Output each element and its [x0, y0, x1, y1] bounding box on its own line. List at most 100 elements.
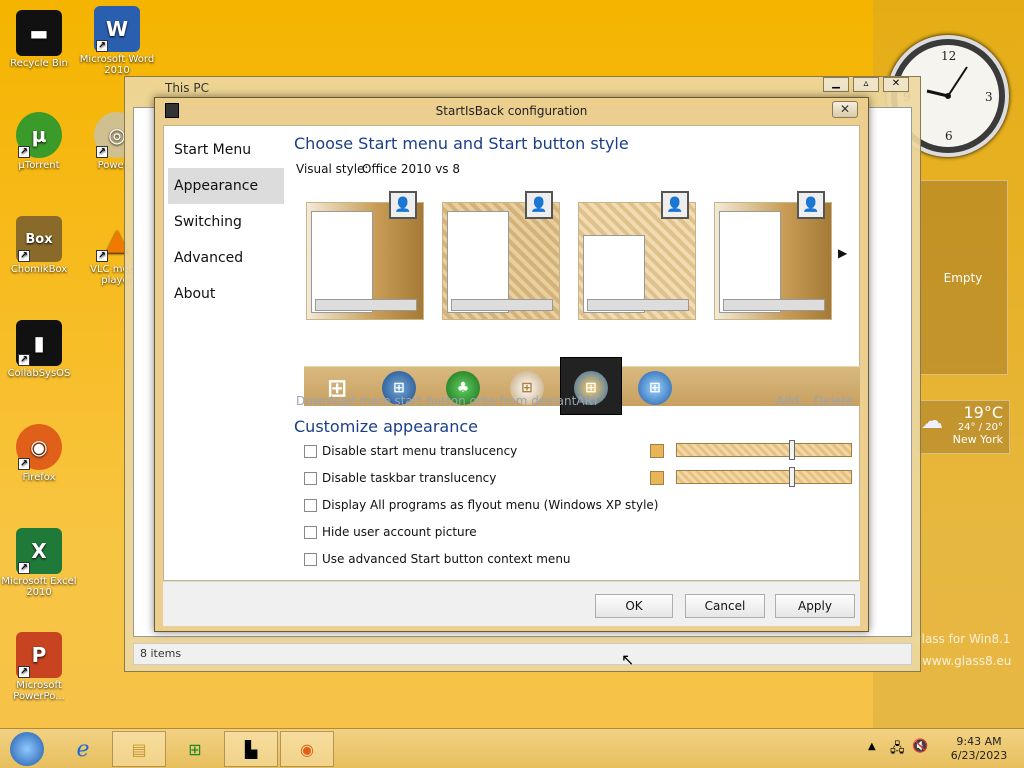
window-controls: ▁ ▵ ✕	[823, 77, 913, 93]
desktop-icon-recycle-bin[interactable]: ▬ Recycle Bin	[0, 10, 78, 69]
folder-icon: ▤	[131, 739, 147, 759]
user-icon: 👤	[797, 191, 825, 219]
explorer-title: This PC	[165, 81, 209, 95]
date: 6/23/2023	[950, 749, 1008, 762]
ie-icon: ℯ	[76, 736, 90, 762]
close-button[interactable]: ✕	[883, 77, 909, 92]
mouse-cursor-icon: ↖	[621, 650, 635, 669]
start-button[interactable]	[0, 731, 54, 767]
download-orbs-link[interactable]: Download more start button orbs from dev…	[296, 394, 599, 408]
maximize-button[interactable]: ▵	[853, 77, 879, 92]
startisback-dialog[interactable]: StartIsBack configuration ✕ Start Menu A…	[154, 97, 869, 632]
firefox-button[interactable]: ◉	[280, 731, 334, 767]
option-start-translucency[interactable]: Disable start menu translucency	[304, 442, 517, 460]
item-count: 8 items	[140, 647, 182, 660]
network-icon[interactable]: 🖧	[890, 739, 905, 761]
option-taskbar-translucency[interactable]: Disable taskbar translucency	[304, 469, 496, 487]
desktop-icon-firefox[interactable]: ◉ ↗ Firefox	[0, 424, 78, 483]
watermark-text: glass for Win8.1	[914, 632, 1011, 646]
utorrent-icon: µ ↗	[16, 112, 62, 158]
desktop-icon-chomikbox[interactable]: Box ↗ ChomikBox	[0, 216, 78, 275]
recycle-bin-icon: ▬	[16, 10, 62, 56]
desktop-icon-word[interactable]: W ↗ Microsoft Word 2010	[78, 6, 156, 76]
taskbar: ℯ ▤ ⊞ ▙ ◉ ▲ 🖧 🔇 9:43 AM 6/23/2023	[0, 728, 1024, 768]
time: 9:43 AM	[956, 735, 1002, 748]
taskbar-opacity-slider[interactable]	[676, 467, 852, 487]
icon-label: Microsoft Excel 2010	[1, 576, 77, 598]
delete-link[interactable]: Delete	[814, 394, 853, 408]
checkbox[interactable]	[304, 444, 317, 458]
close-button[interactable]: ✕	[832, 101, 858, 118]
checkbox[interactable]	[304, 498, 317, 512]
firefox-icon: ◉ ↗	[16, 424, 62, 470]
option-hide-user-picture[interactable]: Hide user account picture	[304, 523, 477, 541]
weather-gadget[interactable]: ☁ 19°C 24° / 20° New York	[916, 400, 1010, 454]
startisback-button[interactable]: ▙	[224, 731, 278, 767]
volume-icon[interactable]: 🔇	[912, 739, 928, 754]
option-label: Disable start menu translucency	[322, 444, 518, 458]
startisback-icon: ▙	[244, 739, 258, 759]
apply-button[interactable]: Apply	[775, 594, 855, 618]
chomikbox-icon: Box ↗	[16, 216, 62, 262]
clock[interactable]: 9:43 AM 6/23/2023	[940, 735, 1018, 763]
internet-explorer-button[interactable]: ℯ	[56, 731, 110, 767]
taskbar-preview	[587, 299, 689, 311]
checkbox[interactable]	[304, 525, 317, 539]
icon-label: Firefox	[22, 472, 56, 483]
style-thumbnail-4[interactable]: 👤	[714, 191, 832, 320]
desktop-icon-collabsysos[interactable]: ▮ ↗ CollabSysOS	[0, 320, 78, 379]
desktop-icon-powerpoint[interactable]: P ↗ Microsoft PowerPo...	[0, 632, 78, 702]
desktop-icon-utorrent[interactable]: µ ↗ µTorrent	[0, 112, 78, 171]
cloud-icon: ☁	[921, 409, 943, 434]
style-thumbnail-3[interactable]: 👤	[578, 191, 696, 320]
icon-label: ChomikBox	[10, 264, 68, 275]
visual-style-label: Visual style:	[296, 162, 369, 176]
checkbox[interactable]	[304, 471, 317, 485]
empty-gadget[interactable]: Empty	[918, 180, 1008, 375]
close-icon: ✕	[839, 102, 851, 116]
slider-knob[interactable]	[789, 467, 795, 487]
icon-label: Recycle Bin	[10, 58, 68, 69]
ok-button[interactable]: OK	[595, 594, 673, 618]
cancel-button[interactable]: Cancel	[685, 594, 765, 618]
empty-label: Empty	[943, 270, 983, 285]
checkbox[interactable]	[304, 552, 317, 566]
dialog-content: Start Menu Appearance Switching Advanced…	[163, 125, 860, 581]
word-icon: W ↗	[94, 6, 140, 52]
icon-label: Microsoft Word 2010	[79, 54, 155, 76]
tray-chevron-icon[interactable]: ▲	[868, 741, 876, 752]
store-button[interactable]: ⊞	[168, 731, 222, 767]
taskbar-preview	[723, 299, 825, 311]
file-explorer-button[interactable]: ▤	[112, 731, 166, 767]
add-link[interactable]: Add...	[776, 394, 811, 408]
minimize-button[interactable]: ▁	[823, 77, 849, 92]
user-icon: 👤	[661, 191, 689, 219]
desktop-icon-excel[interactable]: X ↗ Microsoft Excel 2010	[0, 528, 78, 598]
menu-preview	[311, 211, 373, 313]
option-advanced-context-menu[interactable]: Use advanced Start button context menu	[304, 550, 571, 568]
nav-item-start-menu[interactable]: Start Menu	[168, 132, 284, 168]
taskbar-color-swatch[interactable]	[650, 471, 664, 485]
taskbar-preview	[315, 299, 417, 311]
style-thumbnail-1[interactable]: 👤	[306, 191, 424, 320]
icon-label: µTorrent	[18, 160, 60, 171]
nav-item-switching[interactable]: Switching	[168, 204, 284, 240]
slider-knob[interactable]	[789, 440, 795, 460]
nav-item-appearance[interactable]: Appearance	[168, 168, 284, 204]
start-menu-opacity-slider[interactable]	[676, 440, 852, 460]
watermark-url: www.glass8.eu	[922, 654, 1012, 668]
customize-heading: Customize appearance	[294, 417, 478, 436]
firefox-icon: ◉	[300, 739, 314, 759]
next-arrow-icon[interactable]: ▶	[838, 246, 847, 260]
option-flyout-menu[interactable]: Display All programs as flyout menu (Win…	[304, 496, 658, 514]
nav-list: Start Menu Appearance Switching Advanced…	[168, 132, 284, 312]
collabsys-icon: ▮ ↗	[16, 320, 62, 366]
start-menu-color-swatch[interactable]	[650, 444, 664, 458]
nav-item-about[interactable]: About	[168, 276, 284, 312]
nav-item-advanced[interactable]: Advanced	[168, 240, 284, 276]
style-thumbnail-2[interactable]: 👤	[442, 191, 560, 320]
powerpoint-icon: P ↗	[16, 632, 62, 678]
status-bar: 8 items	[133, 643, 912, 665]
windows7-orb-icon[interactable]: ⊞	[638, 371, 672, 405]
option-label: Hide user account picture	[322, 525, 477, 539]
